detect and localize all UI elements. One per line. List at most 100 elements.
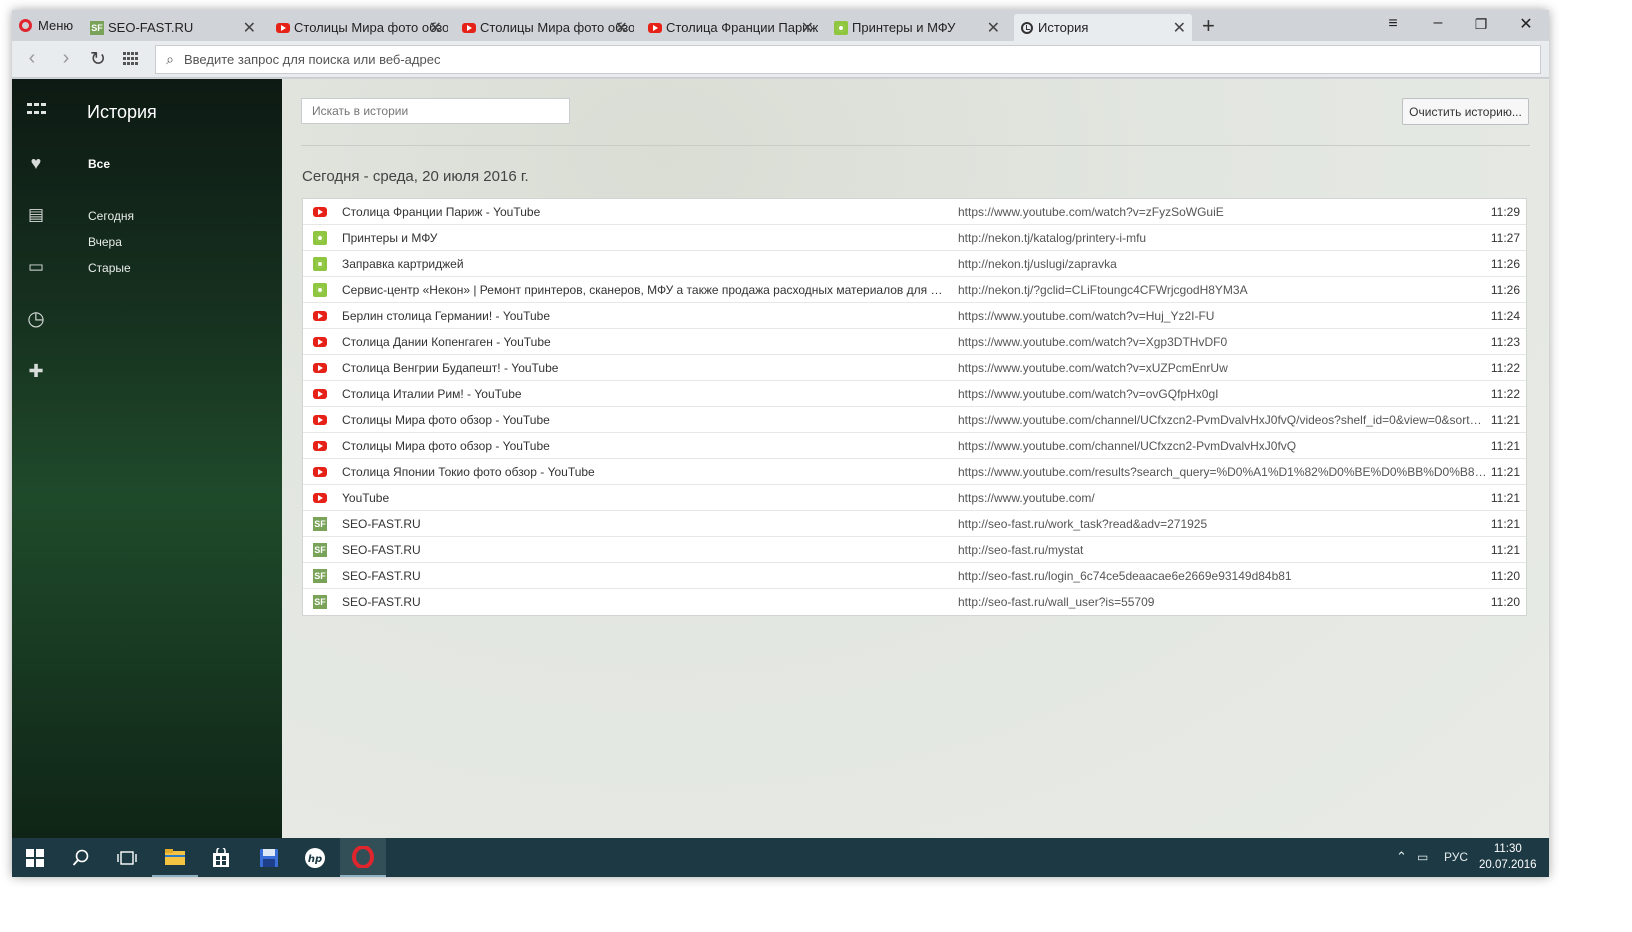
hp-app-button[interactable]: hp [292,838,338,877]
history-row[interactable]: Столица Италии Рим! - YouTube https://ww… [303,381,1526,407]
close-tab-icon[interactable]: ✕ [615,18,628,38]
history-row[interactable]: YouTube https://www.youtube.com/ 11:21 [303,485,1526,511]
opera-logo-icon [19,19,32,32]
history-row[interactable]: Берлин столица Германии! - YouTube https… [303,303,1526,329]
history-url: http://seo-fast.ru/work_task?read&adv=27… [958,516,1208,531]
filter-all[interactable]: Все [88,157,110,171]
task-view-icon [117,850,137,865]
filter-yesterday[interactable]: Вчера [88,235,122,249]
taskbar-search-button[interactable] [58,838,104,877]
forward-icon[interactable]: › [54,47,78,70]
close-tab-icon[interactable]: ✕ [801,18,814,38]
history-row[interactable]: Столицы Мира фото обзор - YouTube https:… [303,407,1526,433]
history-row[interactable]: Принтеры и МФУ http://nekon.tj/katalog/p… [303,225,1526,251]
store-button[interactable] [198,838,244,877]
history-title[interactable]: SEO-FAST.RU [342,595,950,609]
clear-history-button[interactable]: Очистить историю... [1402,98,1529,125]
youtube-favicon-icon [313,387,327,401]
minimize-icon[interactable]: – [1428,14,1448,32]
history-title[interactable]: Столица Венгрии Будапешт! - YouTube [342,361,950,375]
opera-logo-icon [352,845,374,868]
youtube-favicon-icon [648,21,662,35]
nekon-favicon-icon [313,257,327,271]
youtube-favicon-icon [313,413,327,427]
history-row[interactable]: SF SEO-FAST.RU http://seo-fast.ru/wall_u… [303,589,1526,615]
history-row[interactable]: Столицы Мира фото обзор - YouTube https:… [303,433,1526,459]
tab-printers[interactable]: Принтеры и МФУ ✕ [828,14,1006,41]
history-title[interactable]: Сервис-центр «Некон» | Ремонт принтеров,… [342,283,950,297]
tray-chevron-up-icon[interactable]: ⌃ [1396,849,1407,865]
store-bag-icon [213,847,229,867]
history-row[interactable]: SF SEO-FAST.RU http://seo-fast.ru/login_… [303,563,1526,589]
network-icon[interactable]: ▭ [1417,850,1428,864]
nekon-favicon-icon [834,20,848,35]
history-clock-icon[interactable]: ◷ [25,308,47,330]
history-title[interactable]: Берлин столица Германии! - YouTube [342,309,950,323]
history-search-input[interactable] [301,98,570,124]
history-title[interactable]: SEO-FAST.RU [342,517,950,531]
history-url: http://nekon.tj/uslugi/zapravka [958,256,1117,271]
history-title[interactable]: SEO-FAST.RU [342,569,950,583]
close-tab-icon[interactable]: ✕ [1173,18,1186,38]
taskbar-clock[interactable]: 11:30 20.07.2016 [1479,841,1537,873]
url-input[interactable] [184,52,1484,67]
filter-older[interactable]: Старые [88,261,131,275]
history-row[interactable]: Столица Дании Копенгаген - YouTube https… [303,329,1526,355]
tab-seo-fast[interactable]: SF SEO-FAST.RU ✕ [84,14,262,41]
speed-dial-icon[interactable] [123,52,139,66]
tab-history[interactable]: История ✕ [1014,14,1192,41]
history-row[interactable]: Сервис-центр «Некон» | Ремонт принтеров,… [303,277,1526,303]
history-row[interactable]: Столица Японии Токио фото обзор - YouTub… [303,459,1526,485]
history-title[interactable]: Столицы Мира фото обзор - YouTube [342,439,950,453]
save-app-button[interactable] [246,838,292,877]
history-time: 11:26 [1490,282,1520,297]
history-title[interactable]: Столица Японии Токио фото обзор - YouTub… [342,465,950,479]
youtube-favicon-icon [313,361,327,375]
task-view-button[interactable] [104,838,150,877]
history-row[interactable]: Заправка картриджей http://nekon.tj/uslu… [303,251,1526,277]
history-title[interactable]: Столица Дании Копенгаген - YouTube [342,335,950,349]
extensions-puzzle-icon[interactable]: ✚ [25,360,47,382]
history-title[interactable]: Столица Италии Рим! - YouTube [342,387,950,401]
reload-icon[interactable]: ↻ [86,48,110,71]
history-row[interactable]: SF SEO-FAST.RU http://seo-fast.ru/work_t… [303,511,1526,537]
hp-logo-icon: hp [305,847,325,868]
history-title[interactable]: SEO-FAST.RU [342,543,950,557]
url-field[interactable]: ⌕ [155,45,1541,74]
history-title[interactable]: YouTube [342,491,950,505]
tab-strip: Меню SF SEO-FAST.RU ✕ Столицы Мира фото … [12,10,1549,41]
history-title[interactable]: Принтеры и МФУ [342,231,950,245]
history-title[interactable]: Заправка картриджей [342,257,950,271]
page-title: История [87,102,157,122]
close-tab-icon[interactable]: ✕ [243,18,256,38]
language-indicator[interactable]: РУС [1444,850,1468,864]
tab-youtube-paris[interactable]: Столица Франции Париж - YouTube ✕ [642,14,820,41]
history-time: 11:27 [1490,230,1520,245]
file-explorer-button[interactable] [152,838,198,877]
heart-icon[interactable]: ♥ [25,152,47,174]
back-icon[interactable]: ‹ [20,47,44,70]
devices-icon[interactable]: ▭ [25,256,47,278]
history-title[interactable]: Столицы Мира фото обзор - YouTube [342,413,950,427]
opera-menu-button[interactable]: Меню [12,10,82,41]
history-title[interactable]: Столица Франции Париж - YouTube [342,205,950,219]
close-tab-icon[interactable]: ✕ [429,18,442,38]
start-button[interactable] [12,838,58,877]
history-row[interactable]: Столица Франции Париж - YouTube https://… [303,199,1526,225]
news-icon[interactable]: ▤ [25,204,47,226]
tab-menu-icon[interactable]: ≡ [1383,15,1403,33]
tab-youtube-1[interactable]: Столицы Мира фото обзор - YouTube ✕ [270,14,448,41]
seo-fast-favicon-icon: SF [313,569,327,583]
history-time: 11:21 [1490,464,1520,479]
filter-today[interactable]: Сегодня [88,209,134,223]
close-tab-icon[interactable]: ✕ [987,18,1000,38]
speed-dial-sidebar-icon[interactable] [27,103,46,116]
close-window-icon[interactable]: ✕ [1516,14,1536,34]
tab-youtube-2[interactable]: Столицы Мира фото обзор - YouTube ✕ [456,14,634,41]
new-tab-button[interactable]: + [1202,13,1215,39]
restore-icon[interactable]: ❐ [1471,16,1491,33]
opera-taskbar-button[interactable] [340,838,386,877]
history-row[interactable]: SF SEO-FAST.RU http://seo-fast.ru/mystat… [303,537,1526,563]
history-row[interactable]: Столица Венгрии Будапешт! - YouTube http… [303,355,1526,381]
clock-favicon-icon [1020,21,1034,35]
